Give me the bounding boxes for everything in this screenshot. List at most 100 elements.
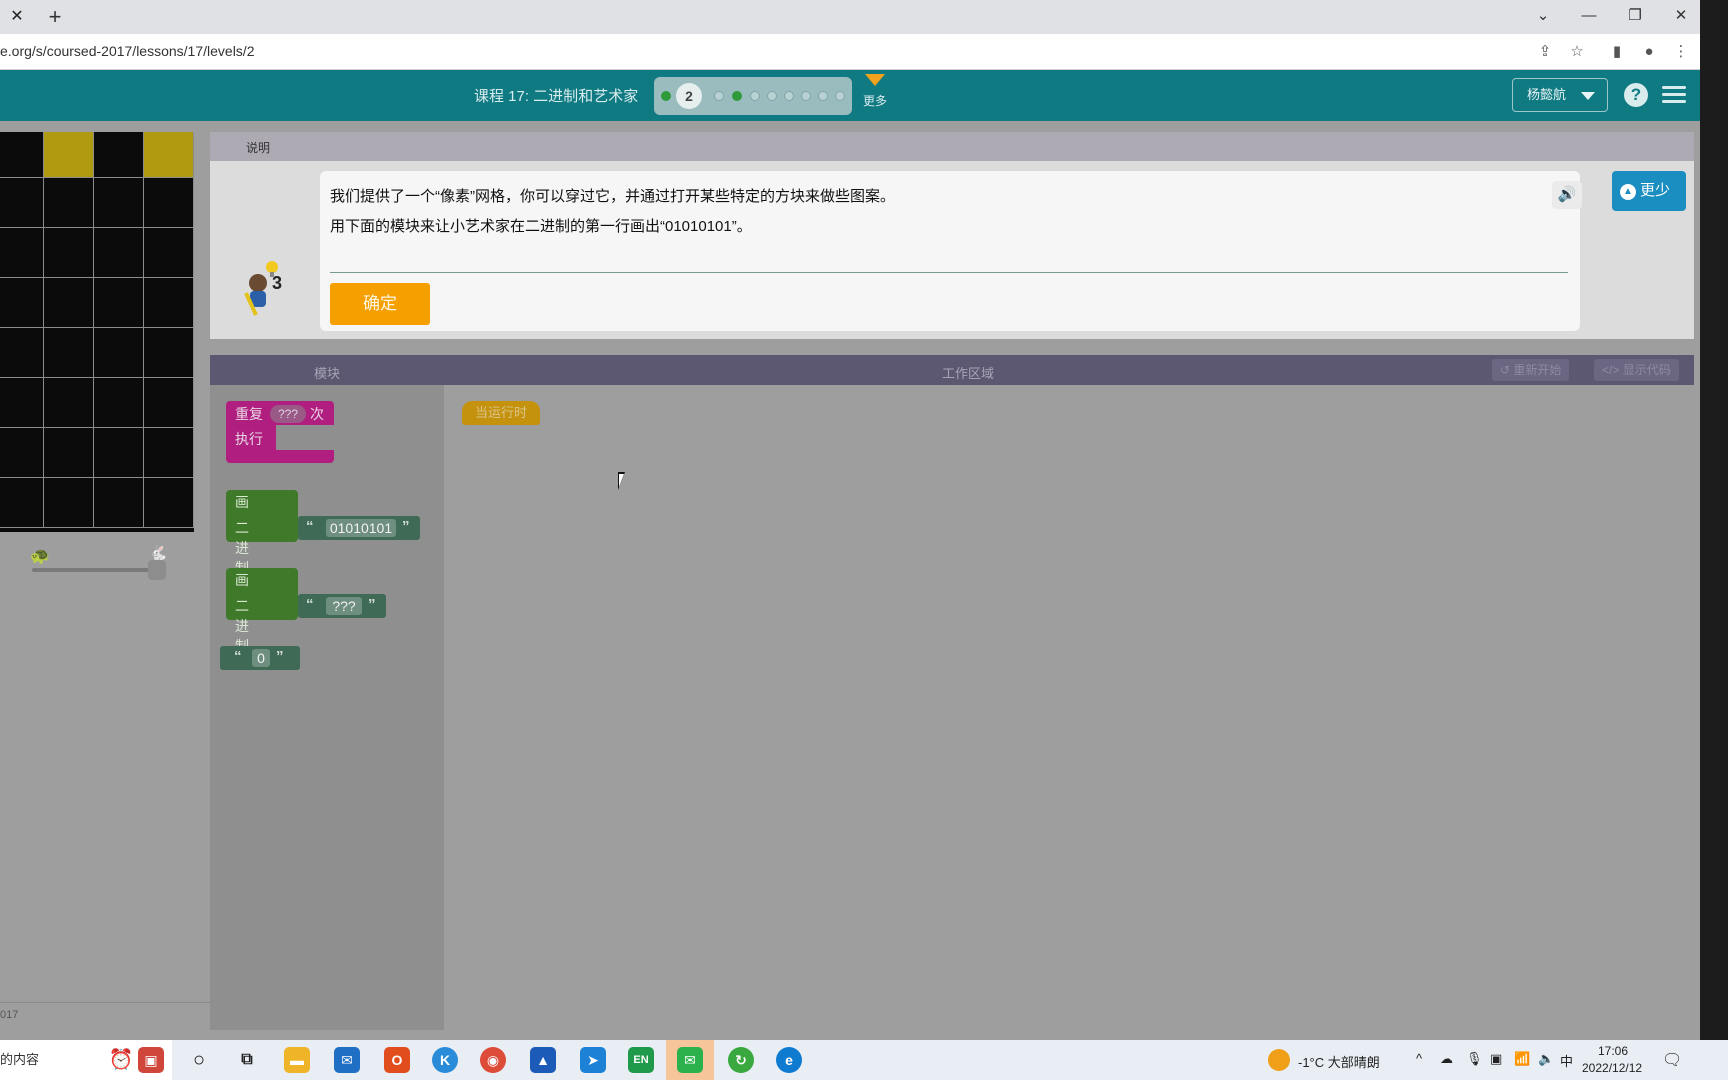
browser-menu-icon[interactable]: ⋮ bbox=[1670, 41, 1692, 63]
grid-cell bbox=[0, 328, 44, 378]
grid-cell bbox=[94, 328, 144, 378]
binary-value-field[interactable]: ??? bbox=[326, 597, 362, 615]
grid-cell bbox=[0, 428, 44, 478]
string-value-field[interactable]: 0 bbox=[252, 649, 270, 667]
tab-search-icon[interactable]: ⌄ bbox=[1528, 4, 1558, 28]
grid-cell bbox=[44, 428, 94, 478]
pixel-grid-canvas bbox=[0, 132, 194, 532]
instruction-line-1: 我们提供了一个“像素”网格，你可以穿过它，并通过打开某些特定的方块来做些图案。 bbox=[330, 188, 895, 205]
edge-icon[interactable]: e bbox=[776, 1047, 802, 1073]
url-field[interactable]: e.org/s/coursed-2017/lessons/17/levels/2 bbox=[0, 43, 254, 59]
screen-icon[interactable]: ▣ bbox=[1490, 1051, 1502, 1067]
grid-cell bbox=[144, 178, 194, 228]
volume-icon[interactable]: 🔈 bbox=[1538, 1051, 1554, 1067]
wifi-icon[interactable]: 📶 bbox=[1514, 1051, 1530, 1067]
chrome-icon[interactable]: ◉ bbox=[480, 1047, 506, 1073]
code-icon: </> bbox=[1602, 363, 1623, 377]
show-less-button[interactable]: ▲ 更少 bbox=[1612, 171, 1686, 211]
repeat-block[interactable]: 重复 ??? 次 执行 bbox=[226, 401, 334, 465]
block-workspace[interactable] bbox=[444, 385, 1694, 1030]
level-dot-7[interactable] bbox=[784, 91, 794, 101]
repeat-suffix: 次 bbox=[310, 406, 324, 422]
level-dot-current[interactable]: 2 bbox=[676, 83, 702, 109]
weather-text[interactable]: -1°C 大部晴朗 bbox=[1298, 1052, 1380, 1071]
right-edge bbox=[1700, 0, 1728, 1040]
new-tab-button[interactable]: + bbox=[42, 4, 68, 30]
level-dot-3[interactable] bbox=[714, 91, 724, 101]
meeting-app-icon[interactable]: ▲ bbox=[530, 1047, 556, 1073]
block-toolbox bbox=[210, 385, 444, 1030]
text-to-speech-icon[interactable]: 🔊 bbox=[1552, 181, 1582, 209]
quote-close: ” bbox=[368, 596, 376, 613]
speed-slider-thumb[interactable] bbox=[148, 560, 166, 580]
bookmark-star-icon[interactable]: ☆ bbox=[1566, 41, 1588, 63]
level-dot-6[interactable] bbox=[767, 91, 777, 101]
ok-button[interactable]: 确定 bbox=[330, 283, 430, 325]
tab-close-icon[interactable]: ✕ bbox=[6, 6, 28, 28]
speed-slider[interactable] bbox=[32, 568, 164, 572]
binary-value-field[interactable]: 01010101 bbox=[326, 519, 396, 537]
ime-indicator[interactable]: 中 bbox=[1560, 1051, 1573, 1070]
level-dot-10[interactable] bbox=[835, 91, 845, 101]
grid-cell bbox=[44, 228, 94, 278]
quote-close: ” bbox=[276, 648, 284, 665]
close-window-button[interactable]: ✕ bbox=[1666, 4, 1696, 28]
clock-time[interactable]: 17:06 bbox=[1598, 1044, 1628, 1058]
string-block[interactable]: “ 0 ” bbox=[220, 646, 300, 670]
level-dot-8[interactable] bbox=[801, 91, 811, 101]
mail-icon[interactable]: ✉ bbox=[334, 1047, 360, 1073]
feishu-icon[interactable]: ➤ bbox=[580, 1047, 606, 1073]
share-icon[interactable]: ⇪ bbox=[1534, 41, 1556, 63]
level-dot-9[interactable] bbox=[818, 91, 828, 101]
page-header: 课程 17: 二进制和艺术家 2 更多 杨懿航 ? bbox=[0, 70, 1700, 121]
grid-cell bbox=[144, 228, 194, 278]
hamburger-menu-icon[interactable] bbox=[1662, 86, 1686, 104]
grid-cell bbox=[94, 478, 144, 528]
tray-chevron-icon[interactable]: ^ bbox=[1416, 1051, 1422, 1066]
wechat-icon[interactable]: ✉ bbox=[677, 1047, 703, 1073]
side-panel-icon[interactable]: ▮ bbox=[1606, 41, 1628, 63]
grid-cell bbox=[0, 478, 44, 528]
instructions-panel: 3 我们提供了一个“像素”网格，你可以穿过它，并通过打开某些特定的方块来做些图案… bbox=[210, 161, 1694, 339]
microphone-icon[interactable]: 🎙 bbox=[1466, 1051, 1483, 1067]
grid-cell bbox=[0, 132, 44, 178]
lesson-title[interactable]: 课程 17: 二进制和艺术家 bbox=[474, 85, 638, 106]
grid-cell bbox=[94, 132, 144, 178]
k-app-icon[interactable]: K bbox=[432, 1047, 458, 1073]
sync-app-icon[interactable]: ↻ bbox=[728, 1047, 754, 1073]
more-levels-button[interactable]: 更多 bbox=[860, 74, 890, 116]
minimize-button[interactable]: — bbox=[1574, 4, 1604, 28]
onedrive-icon[interactable]: ☁ bbox=[1440, 1051, 1453, 1067]
grid-cell-on bbox=[144, 132, 194, 178]
more-arrow-icon bbox=[865, 74, 885, 86]
mouse-cursor-icon bbox=[618, 472, 625, 490]
show-less-label: 更少 bbox=[1640, 182, 1671, 199]
level-dot-4[interactable] bbox=[732, 91, 742, 101]
level-dot-1[interactable] bbox=[661, 91, 671, 101]
screen: ✕ + ⌄ — ❐ ✕ e.org/s/coursed-2017/lessons… bbox=[0, 0, 1728, 1080]
grid-cell bbox=[94, 178, 144, 228]
grid-cell bbox=[144, 278, 194, 328]
level-dot-5[interactable] bbox=[750, 91, 760, 101]
alarm-clock-icon[interactable]: ⏰ bbox=[108, 1047, 134, 1073]
reset-button[interactable]: ↺ 重新开始 bbox=[1492, 359, 1570, 381]
workspace-header: 模块 工作区域 ↺ 重新开始 </> 显示代码 bbox=[210, 355, 1694, 385]
turtle-slow-icon: 🐢 bbox=[30, 548, 50, 565]
cortana-circle-icon[interactable]: ○ bbox=[186, 1047, 212, 1073]
user-menu-button[interactable]: 杨懿航 bbox=[1512, 78, 1608, 112]
profile-icon[interactable]: ● bbox=[1638, 41, 1660, 63]
clock-date[interactable]: 2022/12/12 bbox=[1582, 1061, 1642, 1075]
file-explorer-icon[interactable]: ▬ bbox=[284, 1047, 310, 1073]
task-view-icon[interactable]: ⧉ bbox=[234, 1047, 260, 1073]
quote-close: ” bbox=[402, 518, 410, 535]
show-code-button[interactable]: </> 显示代码 bbox=[1594, 359, 1679, 381]
help-icon[interactable]: ? bbox=[1624, 83, 1648, 107]
en-app-icon[interactable]: EN bbox=[628, 1047, 654, 1073]
when-run-block[interactable]: 当运行时 bbox=[462, 401, 540, 425]
notification-icon[interactable]: 🗨 bbox=[1662, 1050, 1682, 1070]
restore-button[interactable]: ❐ bbox=[1620, 4, 1650, 28]
repeat-times-input[interactable]: ??? bbox=[270, 405, 306, 423]
grid-cell bbox=[44, 328, 94, 378]
gift-icon[interactable]: ▣ bbox=[138, 1047, 164, 1073]
office-icon[interactable]: O bbox=[384, 1047, 410, 1073]
